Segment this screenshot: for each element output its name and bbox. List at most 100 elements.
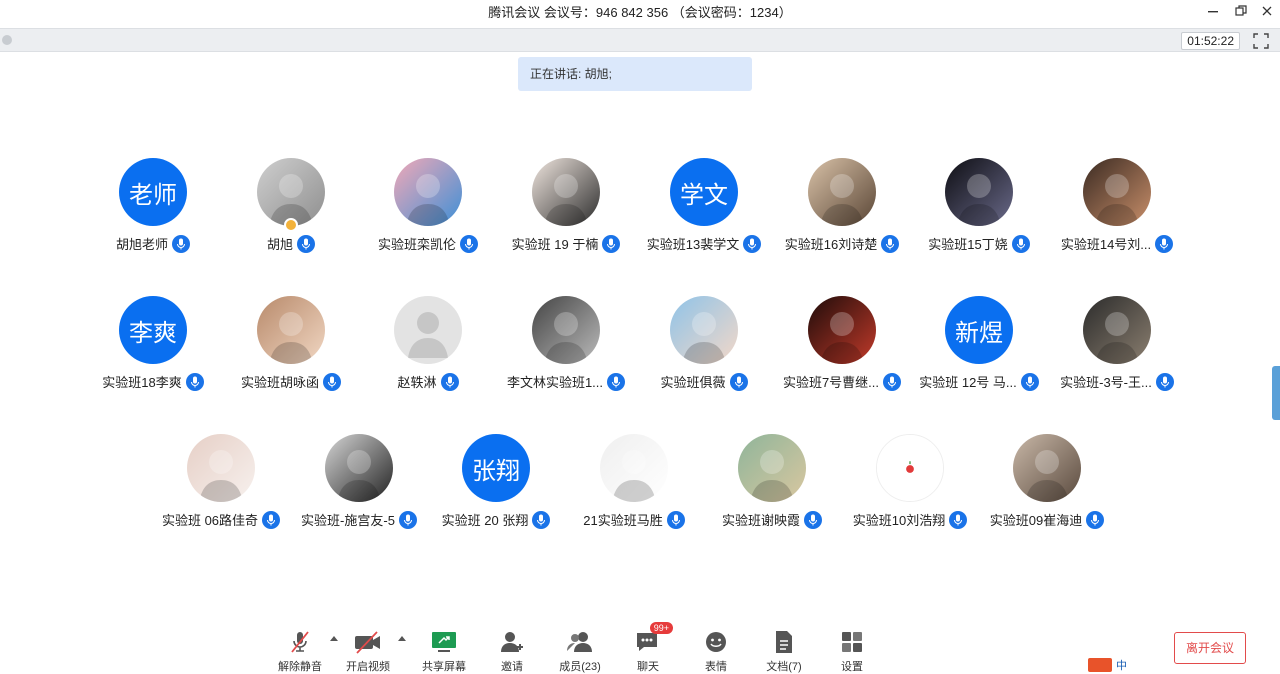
participant-name-row: 实验班谢映霞	[703, 510, 841, 529]
settings-button[interactable]: 设置	[822, 628, 882, 674]
photo-placeholder-icon	[257, 158, 325, 226]
participant-tile[interactable]: 李爽实验班18李爽	[84, 296, 222, 406]
ime-toolbar: 中	[1088, 658, 1280, 672]
video-options-caret[interactable]	[398, 636, 406, 641]
participant-name: 实验班 19 于楠	[511, 237, 599, 252]
participant-tile[interactable]: 老师胡旭老师	[84, 158, 222, 268]
participant-photo-avatar	[187, 434, 255, 502]
participant-name: 李文林实验班1...	[506, 375, 604, 390]
photo-placeholder-icon	[1013, 434, 1081, 502]
host-badge-icon	[284, 218, 298, 232]
participant-tile[interactable]: 实验班 06路佳奇	[152, 434, 290, 544]
share-screen-icon	[432, 632, 456, 652]
participant-tile[interactable]: 实验班09崔海迪	[978, 434, 1116, 544]
participant-tile[interactable]: 实验班-3号-王...	[1048, 296, 1186, 406]
participant-tile[interactable]: 胡旭	[222, 158, 360, 268]
participant-name-row: 实验班-3号-王...	[1048, 372, 1186, 391]
members-button[interactable]: 成员(23)	[550, 628, 610, 674]
participant-name: 胡旭老师	[115, 237, 168, 252]
participant-tile[interactable]: 新煜实验班 12号 马...	[910, 296, 1048, 406]
participant-name-row: 胡旭	[222, 234, 360, 253]
participant-tile[interactable]: 21实验班马胜	[565, 434, 703, 544]
chat-button[interactable]: 99+ 聊天	[618, 622, 678, 674]
photo-placeholder-icon	[394, 158, 462, 226]
mic-status-icon	[666, 510, 685, 529]
participant-tile[interactable]: 赵轶淋	[359, 296, 497, 406]
participant-name-row: 赵轶淋	[359, 372, 497, 391]
participant-avatar: 老师	[119, 158, 187, 226]
participant-photo-avatar	[808, 296, 876, 364]
participant-tile[interactable]: 张翔实验班 20 张翔	[427, 434, 565, 544]
participant-tile[interactable]: 李文林实验班1...	[497, 296, 635, 406]
participant-name-row: 实验班俱薇	[635, 372, 773, 391]
mic-status-icon	[532, 510, 551, 529]
participant-name: 实验班13裴学文	[646, 237, 740, 252]
sogou-ime-icon[interactable]	[1088, 658, 1112, 672]
participant-tile[interactable]: 实验班俱薇	[635, 296, 773, 406]
participant-tile[interactable]: 实验班15丁娆	[910, 158, 1048, 268]
share-screen-button[interactable]: 共享屏幕	[414, 628, 474, 674]
photo-placeholder-icon	[808, 158, 876, 226]
participant-name-row: 实验班15丁娆	[910, 234, 1048, 253]
participant-name-row: 实验班18李爽	[84, 372, 222, 391]
mic-status-icon	[883, 372, 902, 391]
participant-avatar: 新煜	[945, 296, 1013, 364]
participant-name: 实验班栾凯伦	[377, 237, 456, 252]
mic-status-icon	[607, 372, 626, 391]
participant-tile[interactable]: 实验班7号曹继...	[773, 296, 911, 406]
participant-tile[interactable]: 实验班栾凯伦	[359, 158, 497, 268]
participant-name: 实验班16刘诗楚	[784, 237, 878, 252]
side-scroll-handle[interactable]	[1272, 366, 1280, 420]
participant-name-row: 实验班10刘浩翔	[841, 510, 979, 529]
docs-button[interactable]: 文档(7)	[754, 628, 814, 674]
participant-name-row: 21实验班马胜	[565, 510, 703, 529]
participant-photo-avatar	[325, 434, 393, 502]
audio-options-caret[interactable]	[330, 636, 338, 641]
participant-name: 胡旭	[266, 237, 293, 252]
participant-name-row: 实验班 20 张翔	[427, 510, 565, 529]
participant-name-row: 实验班 19 于楠	[497, 234, 635, 253]
participant-name-row: 实验班09崔海迪	[978, 510, 1116, 529]
ime-mode-label[interactable]: 中	[1116, 657, 1127, 673]
participant-name: 实验班7号曹继...	[782, 375, 880, 390]
photo-placeholder-icon	[1083, 158, 1151, 226]
participant-name-row: 实验班 12号 马...	[910, 372, 1048, 391]
participant-photo-avatar	[394, 158, 462, 226]
photo-placeholder-icon	[257, 296, 325, 364]
start-video-button[interactable]: 开启视频	[338, 628, 398, 674]
participant-tile[interactable]: 实验班14号刘...	[1048, 158, 1186, 268]
participant-tile[interactable]: 实验班16刘诗楚	[773, 158, 911, 268]
participant-name-row: 实验班13裴学文	[635, 234, 773, 253]
mic-status-icon	[185, 372, 204, 391]
participant-name-row: 实验班栾凯伦	[359, 234, 497, 253]
participant-photo-avatar	[532, 158, 600, 226]
smiley-icon	[706, 632, 726, 652]
participant-photo-avatar	[394, 296, 462, 364]
photo-placeholder-icon	[532, 158, 600, 226]
mic-status-icon	[440, 372, 459, 391]
participant-tile[interactable]: 实验班10刘浩翔	[841, 434, 979, 544]
participant-tile[interactable]: 学文 实验班13裴学文	[635, 158, 773, 268]
mic-status-icon	[743, 234, 762, 253]
participant-tile[interactable]: 实验班谢映霞	[703, 434, 841, 544]
participant-name: 实验班谢映霞	[721, 513, 800, 528]
participant-tile[interactable]: 实验班胡咏函	[222, 296, 360, 406]
participant-tile[interactable]: 实验班 19 于楠	[497, 158, 635, 268]
participant-name: 实验班-施宫友-5	[301, 513, 395, 528]
participant-tile[interactable]: 实验班-施宫友-5	[290, 434, 428, 544]
mic-status-icon	[460, 234, 478, 253]
photo-placeholder-icon	[1083, 296, 1151, 364]
camera-off-icon	[355, 631, 380, 654]
participant-avatar: 李爽	[119, 296, 187, 364]
mic-status-icon	[398, 510, 417, 529]
reactions-button[interactable]: 表情	[686, 628, 746, 674]
invite-button[interactable]: 邀请	[482, 628, 542, 674]
participant-avatar: 张翔	[462, 434, 530, 502]
unmute-button[interactable]: 解除静音	[270, 628, 330, 674]
participant-name: 实验班 06路佳奇	[161, 513, 259, 528]
participant-photo-avatar	[257, 158, 325, 226]
mic-status-icon	[323, 372, 341, 391]
photo-placeholder-icon	[945, 158, 1013, 226]
members-icon	[567, 632, 592, 652]
participant-name-row: 胡旭老师	[84, 234, 222, 253]
